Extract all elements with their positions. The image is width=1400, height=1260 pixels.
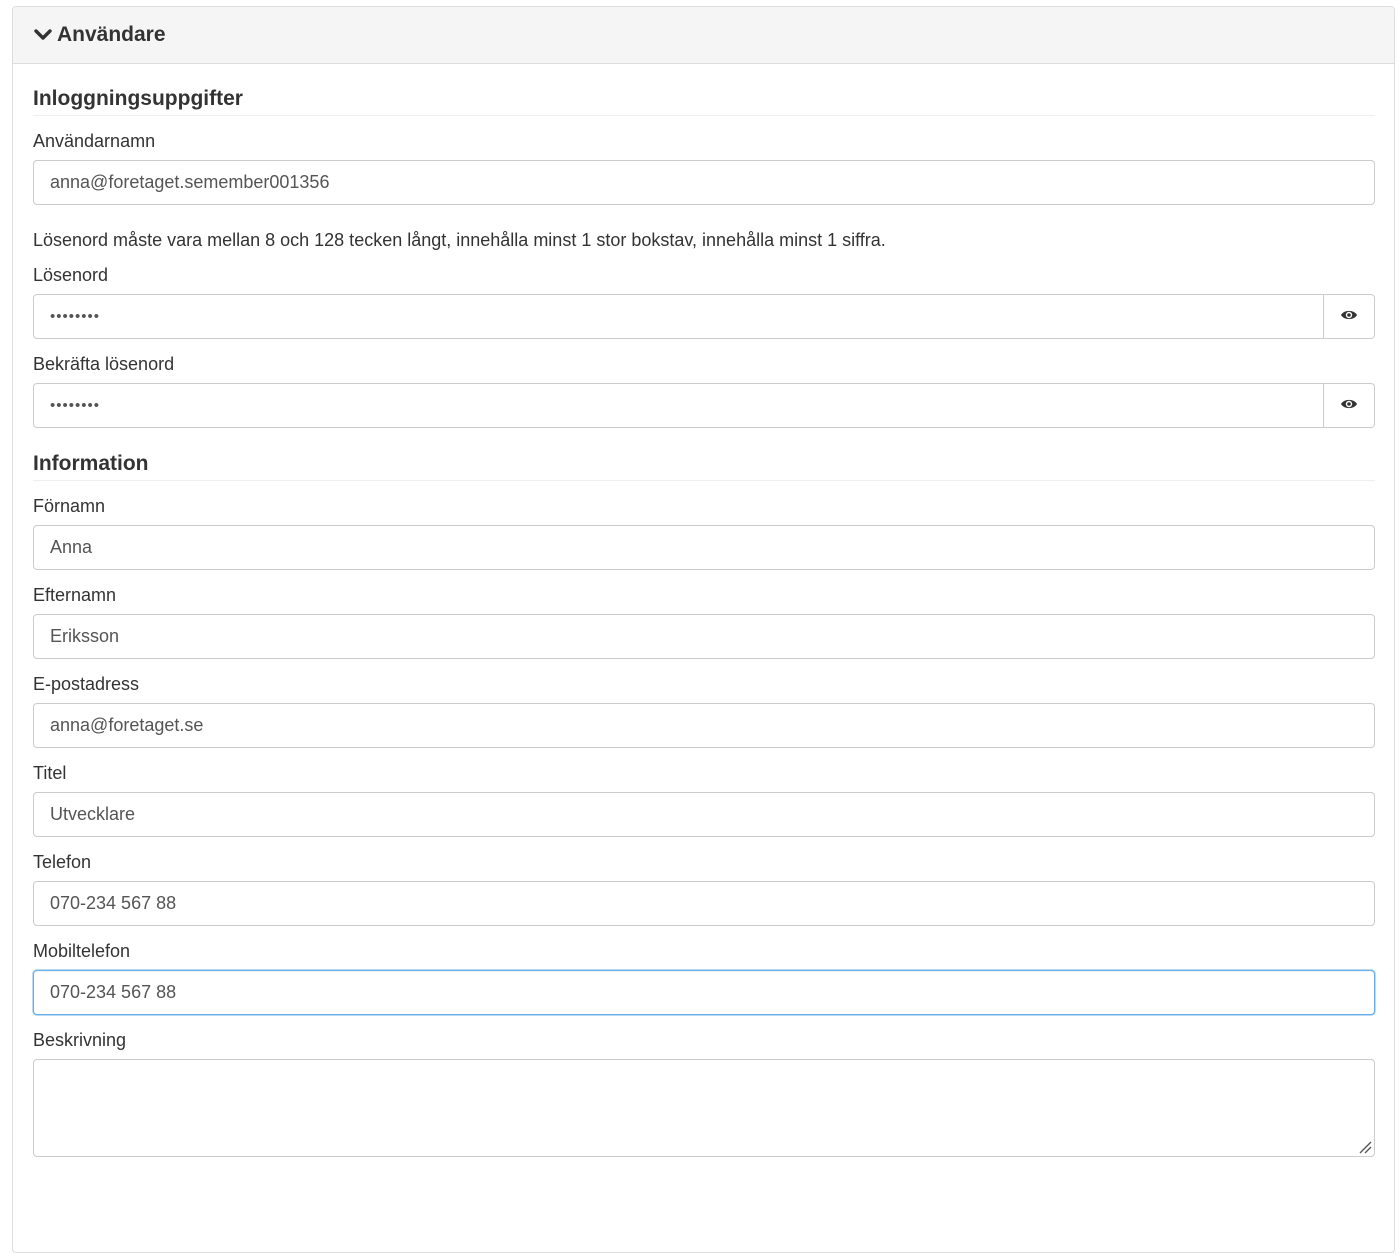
mobile-label: Mobiltelefon (33, 941, 131, 961)
eye-icon (1340, 397, 1358, 415)
panel-title: Användare (57, 23, 166, 46)
last-name-input[interactable] (33, 614, 1375, 659)
description-textarea[interactable] (33, 1059, 1375, 1157)
description-label: Beskrivning (33, 1030, 127, 1050)
password-input[interactable] (33, 294, 1324, 339)
username-input[interactable] (33, 160, 1375, 205)
first-name-label: Förnamn (33, 496, 106, 516)
email-input[interactable] (33, 703, 1375, 748)
show-password-button[interactable] (1324, 294, 1375, 339)
login-section-title: Inloggningsuppgifter (33, 87, 1375, 116)
username-label: Användarnamn (33, 131, 156, 151)
password-label: Lösenord (33, 265, 109, 285)
panel-heading[interactable]: Användare (13, 7, 1394, 64)
eye-icon (1340, 308, 1358, 326)
phone-label: Telefon (33, 852, 92, 872)
show-confirm-password-button[interactable] (1324, 383, 1375, 428)
first-name-input[interactable] (33, 525, 1375, 570)
email-label: E-postadress (33, 674, 140, 694)
password-help-text: Lösenord måste vara mellan 8 och 128 tec… (33, 230, 886, 250)
password-group (33, 294, 1375, 339)
panel-body: Inloggningsuppgifter Användarnamn Löseno… (13, 87, 1394, 1157)
confirm-password-label: Bekräfta lösenord (33, 354, 175, 374)
information-section-title: Information (33, 452, 1375, 481)
resize-handle-icon[interactable] (1358, 1140, 1372, 1154)
user-panel: Användare Inloggningsuppgifter Användarn… (12, 6, 1395, 1253)
chevron-down-icon[interactable] (33, 25, 53, 45)
phone-input[interactable] (33, 881, 1375, 926)
title-label: Titel (33, 763, 67, 783)
confirm-password-group (33, 383, 1375, 428)
title-input[interactable] (33, 792, 1375, 837)
mobile-input[interactable] (33, 970, 1375, 1015)
confirm-password-input[interactable] (33, 383, 1324, 428)
last-name-label: Efternamn (33, 585, 117, 605)
description-wrapper (33, 1059, 1375, 1157)
